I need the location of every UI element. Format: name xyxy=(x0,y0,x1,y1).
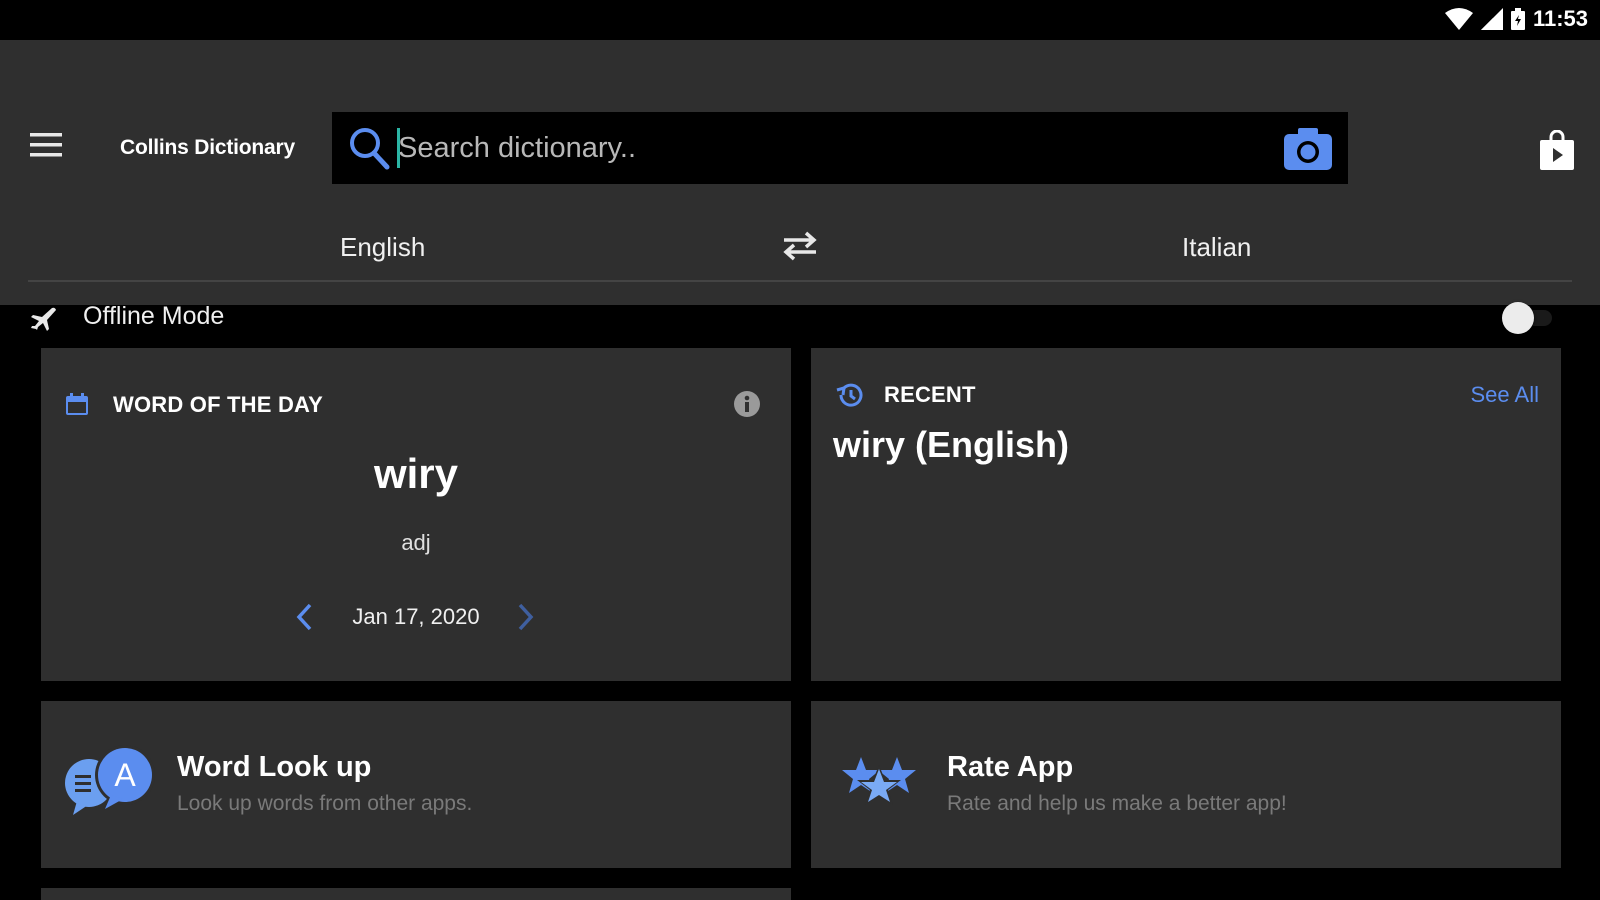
text-cursor xyxy=(397,128,400,168)
swap-languages-icon[interactable] xyxy=(780,230,820,267)
history-icon xyxy=(835,382,863,413)
rate-app-card[interactable]: Rate App Rate and help us make a better … xyxy=(811,701,1561,868)
language-selector: English Italian xyxy=(28,210,1572,282)
offline-mode-row: Offline Mode xyxy=(0,290,1600,345)
svg-text:A: A xyxy=(114,757,136,793)
word-lookup-card[interactable]: A Word Look up Look up words from other … xyxy=(41,701,791,868)
status-icons: 11:53 xyxy=(1444,6,1588,32)
chat-bubbles-icon: A xyxy=(63,745,159,822)
offline-mode-label: Offline Mode xyxy=(83,302,225,330)
recent-card: RECENT See All wiry (English) xyxy=(811,348,1561,681)
see-all-link[interactable]: See All xyxy=(1471,382,1540,408)
toggle-knob xyxy=(1502,302,1534,334)
word-of-the-day-title: WORD OF THE DAY xyxy=(113,392,323,417)
partial-card xyxy=(41,888,791,900)
word-of-the-day-word[interactable]: wiry xyxy=(41,450,791,498)
wifi-icon xyxy=(1444,8,1473,30)
chevron-right-icon[interactable] xyxy=(515,602,535,637)
search-input[interactable] xyxy=(398,126,1258,170)
info-icon[interactable] xyxy=(733,390,761,423)
word-lookup-subtitle: Look up words from other apps. xyxy=(177,792,473,815)
offline-mode-toggle[interactable] xyxy=(1502,300,1556,334)
recent-title: RECENT xyxy=(884,382,976,407)
search-bar[interactable] xyxy=(332,112,1348,184)
word-lookup-title: Word Look up xyxy=(177,751,372,783)
clock: 11:53 xyxy=(1532,6,1588,31)
date-navigator: Jan 17, 2020 xyxy=(41,600,791,634)
shop-bag-icon[interactable] xyxy=(1540,129,1574,175)
airplane-icon xyxy=(28,304,56,337)
calendar-icon xyxy=(65,392,89,421)
app-bar: Collins Dictionary English Italian Offli… xyxy=(0,40,1600,334)
rate-app-subtitle: Rate and help us make a better app! xyxy=(947,792,1287,815)
source-language[interactable]: English xyxy=(340,232,425,263)
target-language[interactable]: Italian xyxy=(1182,232,1251,263)
part-of-speech: adj xyxy=(401,530,431,555)
recent-item[interactable]: wiry (English) xyxy=(833,424,1069,466)
battery-icon xyxy=(1510,8,1525,30)
signal-icon xyxy=(1480,8,1503,30)
menu-icon[interactable] xyxy=(28,130,64,160)
word-of-the-day-card: WORD OF THE DAY wiry adj Jan 17, 2020 xyxy=(41,348,791,681)
app-title: Collins Dictionary xyxy=(120,136,295,159)
word-of-the-day-date: Jan 17, 2020 xyxy=(352,604,480,629)
stars-icon xyxy=(839,751,919,812)
camera-icon[interactable] xyxy=(1284,126,1332,175)
status-bar: 11:53 xyxy=(0,0,1600,40)
search-icon xyxy=(348,126,390,175)
rate-app-title: Rate App xyxy=(947,751,1074,783)
